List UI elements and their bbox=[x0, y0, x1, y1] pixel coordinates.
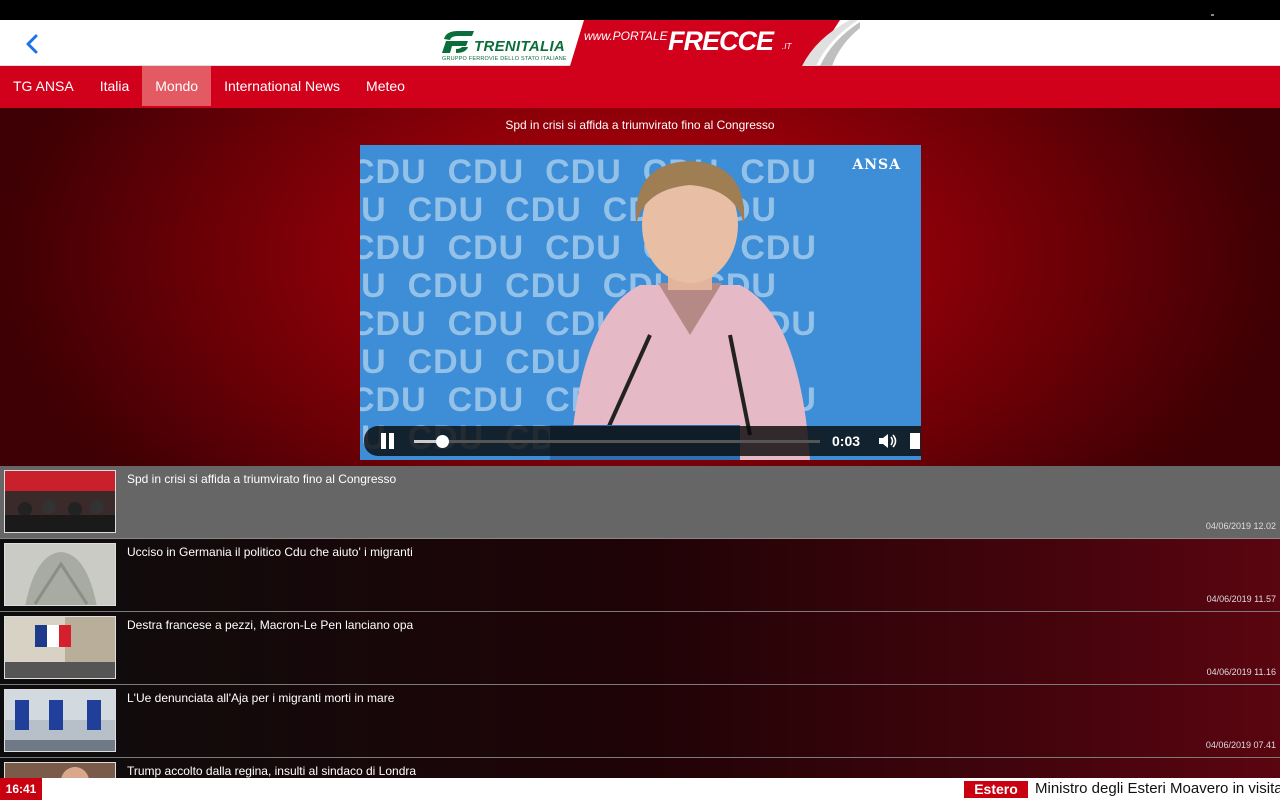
news-headline: L'Ue denunciata all'Aja per i migranti m… bbox=[127, 691, 395, 705]
chevron-left-icon bbox=[26, 34, 38, 54]
tab-meteo[interactable]: Meteo bbox=[353, 66, 418, 106]
news-headline: Destra francese a pezzi, Macron-Le Pen l… bbox=[127, 618, 414, 632]
trenitalia-name: TRENITALIA bbox=[474, 38, 566, 55]
news-item[interactable]: Trump accolto dalla regina, insulti al s… bbox=[0, 758, 1280, 778]
video-controls: 0:03 bbox=[364, 426, 921, 456]
ansa-watermark: ANSA bbox=[852, 157, 901, 173]
backdrop-word: CDU bbox=[360, 267, 387, 305]
ticker-category: Estero bbox=[964, 781, 1028, 798]
trenitalia-subtitle: GRUPPO FERROVIE DELLO STATO ITALIANE bbox=[442, 56, 567, 62]
news-headline: Ucciso in Germania il politico Cdu che a… bbox=[127, 545, 413, 559]
tab-tg-ansa[interactable]: TG ANSA bbox=[0, 66, 87, 106]
news-item[interactable]: L'Ue denunciata all'Aja per i migranti m… bbox=[0, 685, 1280, 758]
frecce-domain: .IT bbox=[782, 42, 792, 51]
news-thumbnail bbox=[4, 762, 116, 778]
backdrop-word: CDU bbox=[360, 305, 427, 343]
seek-thumb[interactable] bbox=[435, 435, 449, 448]
nav-tabs: TG ANSA Italia Mondo International News … bbox=[0, 66, 1280, 108]
news-item[interactable]: Ucciso in Germania il politico Cdu che a… bbox=[0, 539, 1280, 612]
backdrop-word: CDU bbox=[447, 305, 525, 343]
trenitalia-logo: TRENITALIA GRUPPO FERROVIE DELLO STATO I… bbox=[438, 24, 578, 64]
backdrop-word: CDU bbox=[360, 191, 387, 229]
playback-time: 0:03 bbox=[832, 433, 861, 449]
backdrop-word: CDU bbox=[360, 381, 427, 419]
status-bar bbox=[0, 0, 1280, 20]
tab-italia[interactable]: Italia bbox=[87, 66, 143, 106]
backdrop-word: CDU bbox=[407, 267, 485, 305]
fullscreen-button[interactable] bbox=[910, 433, 920, 449]
frecce-wordmark: FRECCE bbox=[668, 26, 774, 56]
volume-button[interactable] bbox=[878, 432, 898, 450]
seek-bar[interactable] bbox=[414, 435, 820, 448]
backdrop-word: CDU bbox=[407, 343, 485, 381]
pause-icon bbox=[389, 433, 394, 449]
back-button[interactable] bbox=[18, 29, 48, 59]
video-section: Spd in crisi si affida a triumvirato fin… bbox=[0, 108, 1280, 466]
news-item[interactable]: Destra francese a pezzi, Macron-Le Pen l… bbox=[0, 612, 1280, 685]
volume-icon bbox=[879, 434, 897, 448]
backdrop-word: CDU bbox=[407, 191, 485, 229]
news-headline: Spd in crisi si affida a triumvirato fin… bbox=[127, 472, 397, 486]
news-list: Spd in crisi si affida a triumvirato fin… bbox=[0, 466, 1280, 778]
news-date: 04/06/2019 11.16 bbox=[1206, 667, 1276, 677]
backdrop-word: CDU bbox=[447, 229, 525, 267]
news-thumbnail bbox=[4, 543, 116, 606]
tab-international-news[interactable]: International News bbox=[211, 66, 353, 106]
backdrop-word: CDU bbox=[447, 381, 525, 419]
news-thumbnail bbox=[4, 689, 116, 752]
backdrop-word: CDU bbox=[447, 153, 525, 191]
news-item[interactable]: Spd in crisi si affida a triumvirato fin… bbox=[0, 466, 1280, 539]
portale-frecce-logo: TRENITALIA GRUPPO FERROVIE DELLO STATO I… bbox=[432, 20, 862, 66]
app-header: TRENITALIA GRUPPO FERROVIE DELLO STATO I… bbox=[0, 20, 1280, 66]
backdrop-word: CDU bbox=[360, 229, 427, 267]
backdrop-word: CDU bbox=[360, 343, 387, 381]
tab-mondo[interactable]: Mondo bbox=[142, 66, 212, 106]
pause-icon bbox=[381, 433, 386, 449]
speaker-figure bbox=[550, 161, 810, 460]
status-indicator bbox=[1211, 14, 1214, 16]
news-ticker: 16:41 Estero Ministro degli Esteri Moave… bbox=[0, 778, 1280, 800]
video-player[interactable]: CDU CDU CDU CDU CDU CDU CDU CDU CDU CDU … bbox=[360, 145, 921, 460]
pause-button[interactable] bbox=[378, 432, 396, 450]
news-date: 04/06/2019 07.41 bbox=[1205, 740, 1276, 750]
news-headline: Trump accolto dalla regina, insulti al s… bbox=[127, 764, 417, 778]
news-date: 04/06/2019 11.57 bbox=[1206, 594, 1276, 604]
news-thumbnail bbox=[4, 470, 116, 533]
ticker-time: 16:41 bbox=[0, 778, 42, 800]
video-title: Spd in crisi si affida a triumvirato fin… bbox=[505, 118, 775, 132]
backdrop-word: CDU bbox=[360, 153, 427, 191]
portale-www-text: www.PORTALE bbox=[584, 29, 668, 43]
news-thumbnail bbox=[4, 616, 116, 679]
ticker-text: Ministro degli Esteri Moavero in visita bbox=[1035, 780, 1280, 797]
fs-logo-icon bbox=[442, 31, 474, 53]
news-date: 04/06/2019 12.02 bbox=[1205, 521, 1276, 531]
